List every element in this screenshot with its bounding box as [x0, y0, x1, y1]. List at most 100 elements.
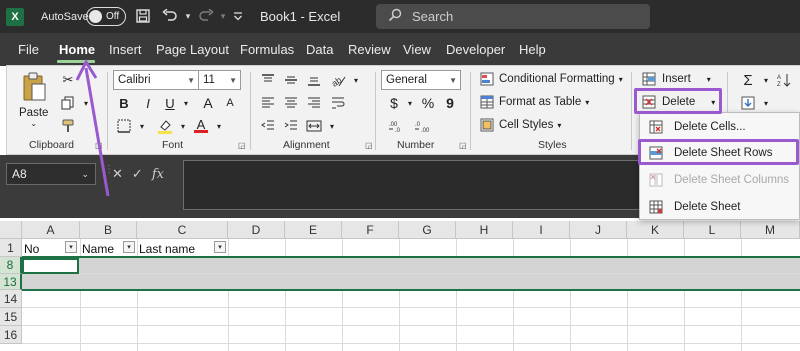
tab-file[interactable]: File: [18, 42, 39, 57]
column-header-m[interactable]: M: [741, 221, 800, 239]
underline-dropdown-icon[interactable]: ▾: [175, 93, 197, 113]
column-header-j[interactable]: J: [570, 221, 627, 239]
search-placeholder: Search: [412, 9, 454, 24]
format-painter-icon[interactable]: [57, 116, 79, 136]
table-row[interactable]: [22, 290, 800, 308]
bold-button[interactable]: B: [113, 93, 135, 113]
row-header-16[interactable]: 16: [0, 326, 22, 344]
tab-data[interactable]: Data: [306, 42, 333, 57]
menu-item-delete-sheet[interactable]: Delete Sheet: [640, 195, 800, 219]
column-header-i[interactable]: I: [513, 221, 570, 239]
tab-review[interactable]: Review: [348, 42, 391, 57]
paste-button[interactable]: Paste ⌄: [19, 72, 48, 128]
svg-text:.0: .0: [415, 122, 421, 128]
column-header-b[interactable]: B: [80, 221, 137, 239]
row-header-8[interactable]: 8: [0, 257, 22, 274]
font-color-dropdown-icon[interactable]: ▾: [208, 116, 230, 136]
conditional-formatting-button[interactable]: Conditional Formatting ▾: [479, 71, 623, 87]
bottom-align-icon[interactable]: [303, 70, 325, 90]
insert-button[interactable]: Insert ▾: [641, 71, 711, 87]
column-header-l[interactable]: L: [684, 221, 741, 239]
tab-page-layout[interactable]: Page Layout: [156, 42, 229, 57]
tab-home[interactable]: Home: [59, 42, 95, 57]
increase-indent-icon[interactable]: [280, 116, 302, 136]
font-name-select[interactable]: Calibri ▼: [113, 70, 199, 90]
search-box[interactable]: Search: [376, 4, 650, 29]
align-left-icon[interactable]: [257, 93, 279, 113]
row-header-1[interactable]: 1: [0, 239, 22, 257]
column-header-a[interactable]: A: [22, 221, 80, 239]
fill-dropdown-icon[interactable]: ▾: [755, 93, 777, 113]
column-header-c[interactable]: C: [137, 221, 228, 239]
increase-decimal-icon[interactable]: .00.0: [387, 116, 409, 136]
align-right-icon[interactable]: [303, 93, 325, 113]
column-header-e[interactable]: E: [285, 221, 342, 239]
font-size-select[interactable]: 11 ▼: [198, 70, 241, 90]
filter-dropdown-icon[interactable]: ▾: [123, 241, 135, 253]
clipboard-group-label: Clipboard: [29, 139, 74, 151]
column-header-h[interactable]: H: [456, 221, 513, 239]
table-row-selected[interactable]: [22, 274, 800, 290]
undo-dropdown-icon[interactable]: ▾: [178, 6, 198, 26]
tab-help[interactable]: Help: [519, 42, 546, 57]
italic-button[interactable]: I: [137, 93, 159, 113]
cut-icon[interactable]: ✂: [57, 70, 79, 90]
alignment-launcher-icon[interactable]: ◲: [365, 141, 373, 150]
document-title: Book1 - Excel: [260, 9, 341, 24]
autosave-toggle[interactable]: Off: [86, 7, 126, 26]
tab-formulas[interactable]: Formulas: [240, 42, 294, 57]
active-cell[interactable]: [22, 258, 79, 274]
middle-align-icon[interactable]: [280, 70, 302, 90]
tab-developer[interactable]: Developer: [446, 42, 505, 57]
select-all-corner[interactable]: [0, 221, 22, 239]
column-header-d[interactable]: D: [228, 221, 285, 239]
decrease-decimal-icon[interactable]: .0.00: [413, 116, 435, 136]
copy-dropdown-icon[interactable]: ▾: [75, 93, 97, 113]
clipboard-launcher-icon[interactable]: ◲: [95, 141, 103, 150]
chevron-down-icon: ▼: [449, 75, 457, 85]
number-format-select[interactable]: General ▼: [381, 70, 461, 90]
table-row[interactable]: [22, 326, 800, 344]
alignment-group-label: Alignment: [283, 139, 330, 151]
format-as-table-button[interactable]: Format as Table ▾: [479, 94, 589, 110]
font-color-bar: [194, 130, 208, 133]
enter-icon[interactable]: ✓: [132, 166, 143, 182]
filter-dropdown-icon[interactable]: ▾: [214, 241, 226, 253]
number-launcher-icon[interactable]: ◲: [459, 141, 467, 150]
align-center-icon[interactable]: [280, 93, 302, 113]
table-row-selected[interactable]: [22, 257, 800, 274]
shrink-font-button[interactable]: A: [219, 93, 241, 113]
top-align-icon[interactable]: [257, 70, 279, 90]
row-header-14[interactable]: 14: [0, 290, 22, 308]
column-header-k[interactable]: K: [627, 221, 684, 239]
decrease-indent-icon[interactable]: [257, 116, 279, 136]
row-header-13[interactable]: 13: [0, 274, 22, 290]
column-header-f[interactable]: F: [342, 221, 399, 239]
svg-text:A: A: [777, 75, 781, 81]
save-icon[interactable]: [133, 6, 153, 26]
undo-icon[interactable]: [160, 6, 180, 26]
row-header-15[interactable]: 15: [0, 308, 22, 326]
insert-function-icon[interactable]: fx: [152, 167, 164, 182]
menu-item-delete-sheet-columns: Delete Sheet Columns: [640, 168, 800, 192]
orientation-dropdown-icon[interactable]: ▾: [345, 70, 367, 90]
cell-styles-button[interactable]: Cell Styles ▾: [479, 117, 561, 133]
sort-filter-icon[interactable]: AZ: [773, 70, 795, 90]
menu-item-delete-cells[interactable]: Delete Cells...: [640, 115, 800, 139]
merge-dropdown-icon[interactable]: ▾: [321, 116, 343, 136]
worksheet-grid: A B C D E F G H I J K L M 1 8 13 14 15 1…: [0, 218, 800, 351]
grow-font-button[interactable]: A: [197, 93, 219, 113]
borders-dropdown-icon[interactable]: ▾: [131, 116, 153, 136]
name-box[interactable]: A8 ⌄: [6, 163, 96, 185]
column-header-g[interactable]: G: [399, 221, 456, 239]
comma-style-button[interactable]: 9: [439, 93, 461, 113]
percent-button[interactable]: %: [417, 93, 439, 113]
tab-insert[interactable]: Insert: [109, 42, 142, 57]
tab-view[interactable]: View: [403, 42, 431, 57]
filter-dropdown-icon[interactable]: ▾: [65, 241, 77, 253]
wrap-text-icon[interactable]: [327, 93, 349, 113]
cancel-icon[interactable]: ✕: [112, 166, 123, 182]
customize-qat-icon[interactable]: [228, 6, 248, 26]
table-row[interactable]: [22, 308, 800, 326]
font-launcher-icon[interactable]: ◲: [238, 141, 246, 150]
